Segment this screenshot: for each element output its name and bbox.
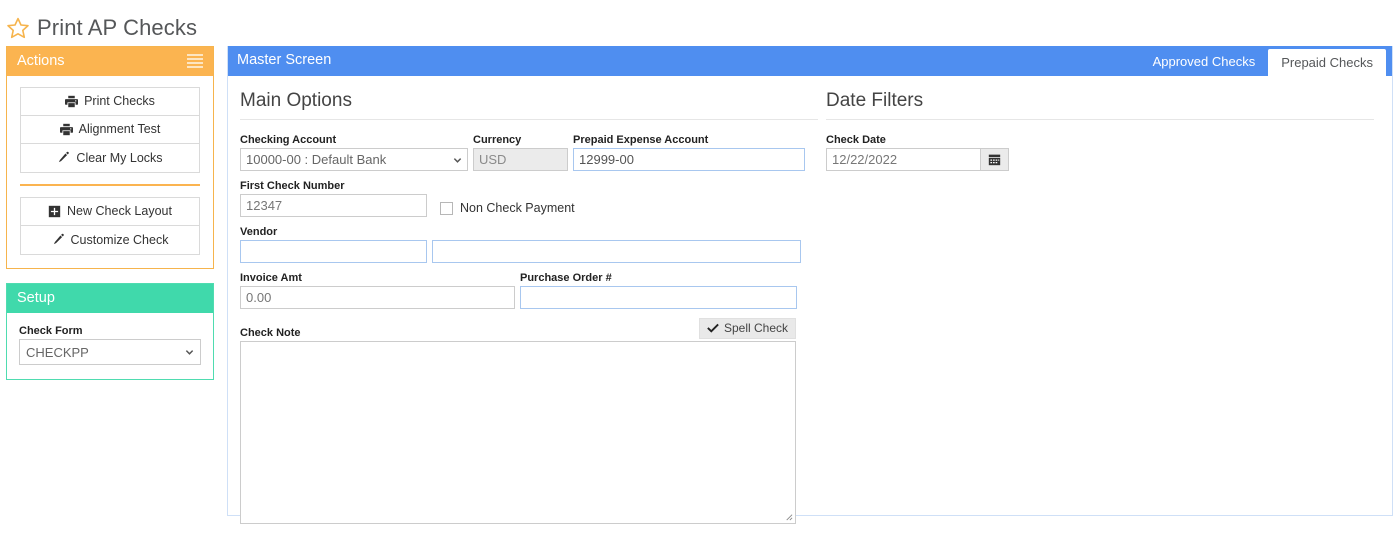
pencil-icon — [59, 151, 70, 163]
check-form-value: CHECKPP — [26, 344, 89, 360]
pencil-icon — [53, 233, 64, 245]
check-number-row: First Check Number 12347 Non Check Payme… — [240, 180, 818, 217]
check-date-input[interactable]: 12/22/2022 — [826, 148, 981, 171]
check-form-label: Check Form — [19, 325, 83, 337]
main-options-section: Main Options Checking Account 10000-00 :… — [240, 90, 818, 524]
actions-divider — [20, 184, 200, 186]
master-screen-title: Master Screen — [237, 52, 332, 68]
invoice-amt-label: Invoice Amt — [240, 272, 302, 284]
first-check-number-input[interactable]: 12347 — [240, 194, 427, 217]
page-title: Print AP Checks — [37, 15, 198, 40]
tab-approved-checks-label: Approved Checks — [1152, 53, 1256, 69]
currency-value: USD — [479, 152, 507, 167]
spell-check-label: Spell Check — [723, 321, 788, 335]
alignment-test-button[interactable]: Alignment Test — [21, 116, 199, 144]
resize-grip-icon[interactable] — [784, 512, 793, 521]
vendor-row: Vendor — [240, 226, 818, 263]
alignment-test-label: Alignment Test — [78, 122, 161, 136]
prepaid-expense-account-input[interactable]: 12999-00 — [573, 148, 805, 171]
non-check-payment-checkbox[interactable] — [440, 201, 453, 215]
actions-panel-header: Actions — [7, 47, 213, 76]
vendor-label: Vendor — [240, 226, 278, 238]
setup-panel-header: Setup — [7, 284, 213, 313]
invoice-amt-input[interactable]: 0.00 — [240, 286, 515, 309]
customize-check-label: Customize Check — [70, 232, 169, 247]
new-check-layout-button[interactable]: New Check Layout — [21, 198, 199, 226]
new-check-layout-label: New Check Layout — [67, 204, 172, 218]
chevron-down-icon — [453, 157, 462, 163]
checking-account-select[interactable]: 10000-00 : Default Bank — [240, 148, 468, 171]
invoice-row: Invoice Amt 0.00 Purchase Order # — [240, 272, 818, 309]
purchase-order-input[interactable] — [520, 286, 797, 309]
setup-panel-title: Setup — [17, 290, 55, 306]
tab-bar: Approved Checks Prepaid Checks — [1140, 46, 1392, 76]
master-panel: Master Screen Approved Checks Prepaid Ch… — [227, 46, 1393, 524]
star-icon[interactable] — [6, 16, 30, 40]
date-filters-section: Date Filters Check Date 12/22/2022 — [818, 90, 1374, 524]
page-layout: Actions Print Checks Alignment Test Clea… — [0, 46, 1400, 524]
first-check-number-field: First Check Number 12347 — [240, 180, 427, 217]
account-row: Checking Account 10000-00 : Default Bank… — [240, 134, 818, 171]
prepaid-expense-account-value: 12999-00 — [579, 152, 634, 167]
actions-group-secondary: New Check Layout Customize Check — [20, 197, 200, 255]
currency-label: Currency — [473, 134, 522, 146]
spell-check-button[interactable]: Spell Check — [698, 318, 796, 339]
plus-square-icon — [48, 205, 61, 217]
check-note-header: Check Note Spell Check — [240, 318, 796, 339]
purchase-order-field: Purchase Order # — [520, 272, 797, 309]
page-header: Print AP Checks — [0, 0, 1400, 46]
check-date-field: Check Date 12/22/2022 — [826, 134, 1374, 171]
first-check-number-value: 12347 — [246, 198, 283, 213]
vendor-name-input[interactable] — [432, 240, 801, 263]
print-checks-button[interactable]: Print Checks — [21, 88, 199, 116]
check-note-label: Check Note — [240, 327, 301, 339]
tab-prepaid-checks[interactable]: Prepaid Checks — [1268, 49, 1386, 76]
prepaid-expense-account-label: Prepaid Expense Account — [573, 134, 709, 146]
printer-icon — [59, 123, 73, 135]
check-date-value: 12/22/2022 — [832, 152, 898, 167]
setup-panel-body: Check Form CHECKPP — [7, 313, 213, 379]
hamburger-icon[interactable] — [187, 54, 203, 68]
chevron-down-icon — [185, 350, 194, 355]
check-icon — [707, 323, 719, 333]
check-note-textarea[interactable] — [240, 341, 796, 524]
check-date-label: Check Date — [826, 134, 886, 146]
left-sidebar: Actions Print Checks Alignment Test Clea… — [6, 46, 214, 394]
master-screen-header: Master Screen Approved Checks Prepaid Ch… — [228, 46, 1392, 76]
prepaid-expense-account-field: Prepaid Expense Account 12999-00 — [573, 134, 805, 171]
currency-field: Currency USD — [473, 134, 568, 171]
print-checks-label: Print Checks — [84, 94, 155, 108]
actions-group-primary: Print Checks Alignment Test Clear My Loc… — [20, 87, 200, 173]
customize-check-button[interactable]: Customize Check — [21, 226, 199, 254]
non-check-payment-label: Non Check Payment — [460, 201, 575, 215]
check-date-row: 12/22/2022 — [826, 148, 1374, 171]
invoice-amt-field: Invoice Amt 0.00 — [240, 272, 515, 309]
printer-icon — [65, 95, 79, 107]
invoice-amt-value: 0.00 — [246, 290, 272, 305]
date-filters-title: Date Filters — [826, 90, 1374, 120]
check-form-select[interactable]: CHECKPP — [19, 339, 201, 365]
actions-panel-body: Print Checks Alignment Test Clear My Loc… — [7, 76, 213, 268]
setup-panel: Setup Check Form CHECKPP — [6, 283, 214, 380]
tab-prepaid-checks-label: Prepaid Checks — [1281, 55, 1373, 70]
actions-panel-title: Actions — [17, 53, 65, 69]
vendor-name-field — [432, 240, 801, 263]
vendor-code-input[interactable] — [240, 240, 427, 263]
calendar-icon — [988, 154, 1001, 166]
clear-my-locks-label: Clear My Locks — [76, 150, 163, 165]
clear-my-locks-button[interactable]: Clear My Locks — [21, 144, 199, 172]
main-options-title: Main Options — [240, 90, 818, 120]
checking-account-value: 10000-00 : Default Bank — [246, 152, 387, 167]
vendor-code-field: Vendor — [240, 226, 427, 263]
currency-input: USD — [473, 148, 568, 171]
tab-approved-checks[interactable]: Approved Checks — [1140, 46, 1269, 76]
actions-panel: Actions Print Checks Alignment Test Clea… — [6, 46, 214, 269]
checking-account-label: Checking Account — [240, 134, 337, 146]
check-date-picker-button[interactable] — [981, 148, 1009, 171]
first-check-number-label: First Check Number — [240, 180, 345, 192]
master-content: Main Options Checking Account 10000-00 :… — [228, 76, 1392, 524]
purchase-order-label: Purchase Order # — [520, 272, 612, 284]
checking-account-field: Checking Account 10000-00 : Default Bank — [240, 134, 468, 171]
non-check-payment-row: Non Check Payment — [440, 201, 575, 217]
